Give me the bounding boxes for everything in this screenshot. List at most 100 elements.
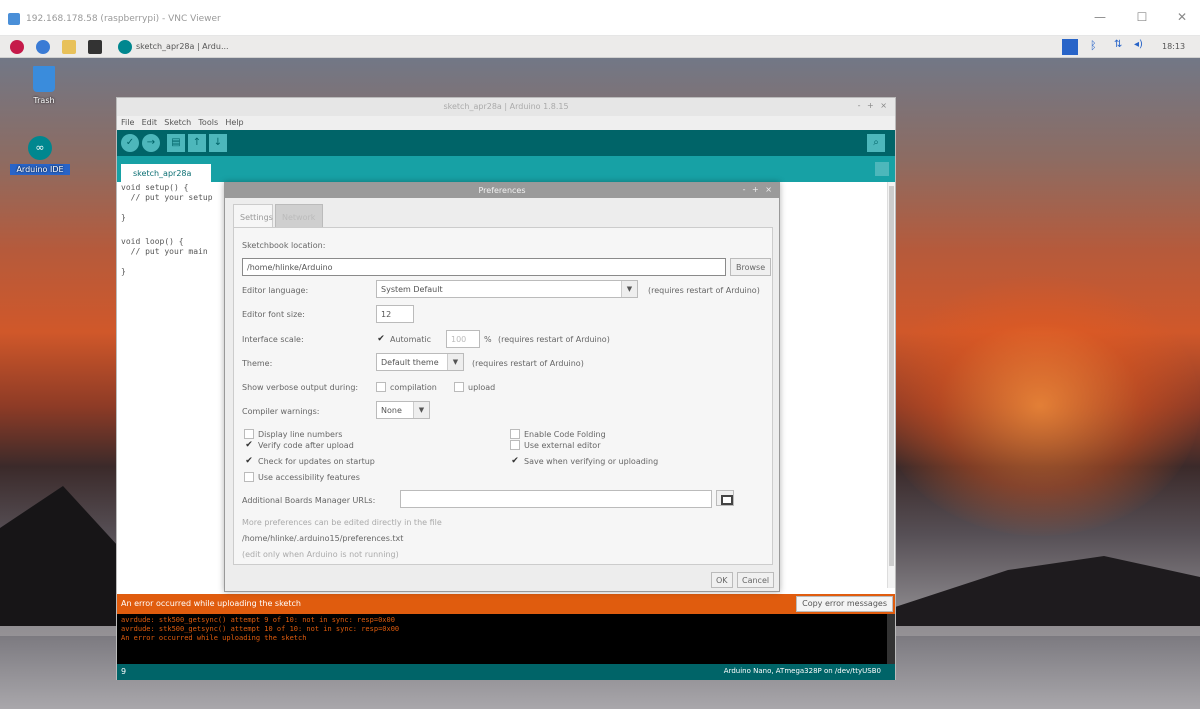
verify-button[interactable]: ✓	[121, 134, 139, 152]
compiler-warnings-label: Compiler warnings:	[242, 407, 320, 416]
tab-sketch[interactable]: sketch_apr28a	[121, 164, 211, 182]
open-sketch-button[interactable]: ↑	[188, 134, 206, 152]
vnc-minimize-button[interactable]: —	[1090, 10, 1110, 26]
desktop-icon-arduino[interactable]: ∞ Arduino IDE	[10, 136, 70, 175]
ide-footer: 9 Arduino Nano, ATmega328P on /dev/ttyUS…	[117, 664, 895, 680]
display-line-numbers-checkbox[interactable]	[244, 429, 254, 439]
code-line: void setup() {	[121, 183, 189, 192]
mountain-silhouette-right	[880, 556, 1200, 626]
settings-panel: Sketchbook location: /home/hlinke/Arduin…	[233, 227, 773, 565]
vnc-close-button[interactable]: ✕	[1172, 10, 1192, 26]
sunset-glow	[880, 276, 1200, 536]
theme-select[interactable]: Default theme ▼	[376, 353, 464, 371]
editor-font-size-input[interactable]: 12	[376, 305, 414, 323]
arrow-down-icon: ↓	[213, 137, 223, 148]
automatic-scale-checkbox[interactable]: ✔	[376, 334, 386, 344]
tab-network[interactable]: Network	[275, 204, 323, 228]
console-line: An error occurred while uploading the sk…	[121, 634, 307, 642]
save-sketch-button[interactable]: ↓	[209, 134, 227, 152]
new-file-icon: ▤	[171, 137, 181, 148]
menu-file[interactable]: File	[121, 118, 134, 127]
chevron-down-icon: ▼	[413, 402, 429, 418]
upload-button[interactable]: →	[142, 134, 160, 152]
vnc-logo-icon	[8, 13, 20, 25]
compiler-warnings-select[interactable]: None ▼	[376, 401, 430, 419]
desktop-icon-trash[interactable]: Trash	[14, 66, 74, 105]
network-icon[interactable]: ⇅	[1114, 39, 1128, 55]
vnc-maximize-button[interactable]: ☐	[1132, 10, 1152, 26]
save-when-verifying-checkbox[interactable]: ✔	[510, 456, 520, 466]
edit-urls-window-icon[interactable]	[716, 490, 734, 506]
preferences-titlebar[interactable]: Preferences - + ×	[225, 183, 779, 198]
accessibility-features-checkbox[interactable]	[244, 472, 254, 482]
console-scrollbar[interactable]	[887, 614, 895, 664]
ide-console[interactable]: avrdude: stk500_getsync() attempt 9 of 1…	[117, 614, 889, 664]
ide-status-bar: An error occurred while uploading the sk…	[117, 594, 895, 614]
console-line: avrdude: stk500_getsync() attempt 9 of 1…	[121, 616, 395, 624]
menu-help[interactable]: Help	[225, 118, 243, 127]
vnc-tray-icon[interactable]	[1062, 39, 1078, 55]
save-when-verifying-label: Save when verifying or uploading	[524, 457, 659, 466]
boards-manager-urls-input[interactable]	[400, 490, 712, 508]
code-line: }	[121, 213, 126, 222]
menu-tools[interactable]: Tools	[198, 118, 218, 127]
preferences-window-controls[interactable]: - + ×	[743, 185, 774, 194]
interface-scale-input[interactable]: 100	[446, 330, 480, 348]
code-line: }	[121, 267, 126, 276]
volume-icon[interactable]: ◂)	[1134, 39, 1148, 55]
cancel-button[interactable]: Cancel	[737, 572, 775, 588]
serial-monitor-button[interactable]: ⌕	[867, 134, 885, 152]
file-manager-icon[interactable]	[62, 40, 76, 54]
ide-menubar: File Edit Sketch Tools Help	[117, 116, 895, 130]
editor-font-size-label: Editor font size:	[242, 310, 305, 319]
arrow-right-icon: →	[146, 137, 156, 148]
verbose-compilation-label: compilation	[390, 383, 437, 392]
copy-error-messages-button[interactable]: Copy error messages	[796, 596, 893, 612]
browse-button[interactable]: Browse	[730, 258, 772, 276]
preferences-file-path[interactable]: /home/hlinke/.arduino15/preferences.txt	[242, 534, 403, 543]
vnc-titlebar: 192.168.178.58 (raspberrypi) - VNC Viewe…	[0, 0, 1200, 36]
ide-titlebar[interactable]: sketch_apr28a | Arduino 1.8.15 - + ×	[117, 98, 895, 116]
arduino-icon	[118, 40, 132, 54]
chevron-down-icon: ▼	[447, 354, 463, 370]
display-line-numbers-label: Display line numbers	[258, 430, 343, 439]
external-editor-checkbox[interactable]	[510, 440, 520, 450]
code-folding-checkbox[interactable]	[510, 429, 520, 439]
trash-icon	[33, 66, 55, 92]
verbose-upload-label: upload	[468, 383, 496, 392]
ok-button[interactable]: OK	[711, 572, 733, 588]
check-icon: ✓	[125, 137, 135, 148]
web-browser-icon[interactable]	[36, 40, 50, 54]
new-sketch-button[interactable]: ▤	[167, 134, 185, 152]
menu-edit[interactable]: Edit	[142, 118, 158, 127]
taskbar-item-arduino[interactable]: sketch_apr28a | Ardu...	[118, 39, 229, 55]
tab-menu-button[interactable]	[875, 162, 889, 176]
preferences-dialog: Preferences - + × Settings Network Sketc…	[224, 182, 780, 592]
editor-language-note: (requires restart of Arduino)	[648, 286, 760, 295]
ide-window-title: sketch_apr28a | Arduino 1.8.15	[443, 102, 569, 111]
theme-value: Default theme	[381, 358, 439, 367]
check-updates-checkbox[interactable]: ✔	[244, 456, 254, 466]
editor-language-select[interactable]: System Default ▼	[376, 280, 638, 298]
vnc-window-title: 192.168.178.58 (raspberrypi) - VNC Viewe…	[26, 14, 221, 24]
editor-scrollbar[interactable]	[887, 182, 895, 588]
menu-sketch[interactable]: Sketch	[164, 118, 191, 127]
ide-tab-strip: sketch_apr28a	[117, 156, 895, 182]
theme-note: (requires restart of Arduino)	[472, 359, 584, 368]
verbose-upload-checkbox[interactable]	[454, 382, 464, 392]
bluetooth-icon[interactable]: ᛒ	[1090, 39, 1100, 55]
line-number: 9	[121, 667, 127, 676]
scrollbar-thumb[interactable]	[889, 186, 894, 566]
sketchbook-location-input[interactable]: /home/hlinke/Arduino	[242, 258, 726, 276]
terminal-icon[interactable]	[88, 40, 102, 54]
ide-window-controls[interactable]: - + ×	[858, 101, 889, 110]
tab-settings[interactable]: Settings	[233, 204, 273, 228]
board-info: Arduino Nano, ATmega328P on /dev/ttyUSB0	[723, 667, 881, 675]
edit-only-note: (edit only when Arduino is not running)	[242, 550, 399, 559]
desktop-icon-label: Trash	[33, 96, 55, 105]
automatic-scale-label: Automatic	[390, 335, 432, 344]
raspberry-menu-icon[interactable]	[10, 40, 24, 54]
verbose-compilation-checkbox[interactable]	[376, 382, 386, 392]
verbose-output-label: Show verbose output during:	[242, 383, 359, 392]
verify-code-after-upload-checkbox[interactable]: ✔	[244, 440, 254, 450]
